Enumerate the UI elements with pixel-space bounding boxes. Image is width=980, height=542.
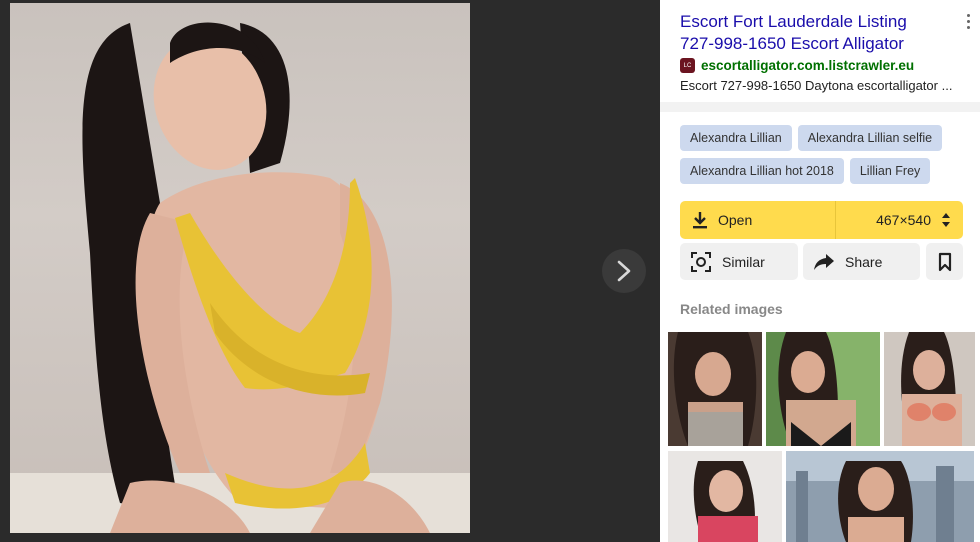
bookmark-icon	[938, 252, 952, 272]
related-image-thumb[interactable]	[668, 451, 782, 542]
related-image-thumb[interactable]	[766, 332, 880, 446]
tag-chip[interactable]: Alexandra Lillian hot 2018	[680, 158, 844, 184]
image-size-label: 467×540	[876, 212, 931, 228]
favicon-text: LC	[683, 62, 692, 69]
open-button[interactable]: Open 467×540	[680, 201, 963, 239]
related-image-thumb[interactable]	[668, 332, 762, 446]
size-selector[interactable]: 467×540	[836, 212, 963, 228]
tag-chip[interactable]: Lillian Frey	[849, 158, 931, 184]
site-favicon-icon: LC	[680, 58, 695, 73]
next-image-button[interactable]	[602, 249, 646, 293]
sort-arrows-icon	[941, 212, 951, 228]
details-panel: Escort Fort Lauderdale Listing 727-998-1…	[660, 0, 980, 542]
share-button[interactable]: Share	[803, 243, 920, 280]
source-site-link[interactable]: escortalligator.com.listcrawler.eu	[701, 58, 914, 73]
result-snippet: Escort 727-998-1650 Daytona escortalliga…	[680, 78, 953, 93]
download-icon	[692, 211, 708, 229]
related-images-heading: Related images	[680, 301, 783, 317]
open-action[interactable]: Open	[680, 201, 836, 239]
more-options-icon[interactable]	[962, 14, 974, 29]
share-label: Share	[845, 253, 883, 270]
tag-chip[interactable]: Alexandra Lillian	[680, 125, 792, 151]
result-title-link[interactable]: Escort Fort Lauderdale Listing 727-998-1…	[680, 11, 940, 55]
similar-button[interactable]: Similar	[680, 243, 798, 280]
tag-chip[interactable]: Alexandra Lillian selfie	[797, 125, 943, 151]
similar-label: Similar	[722, 253, 765, 270]
source-row: LC escortalligator.com.listcrawler.eu	[680, 58, 914, 73]
open-label: Open	[718, 212, 753, 228]
bookmark-button[interactable]	[926, 243, 963, 280]
related-image-thumb[interactable]	[884, 332, 975, 446]
related-image-thumb[interactable]	[786, 451, 974, 542]
tag-list: Alexandra Lillian Alexandra Lillian self…	[680, 125, 970, 184]
similar-search-icon	[690, 251, 712, 273]
share-arrow-icon	[813, 253, 835, 271]
image-viewer	[0, 0, 660, 542]
section-divider	[660, 102, 980, 112]
chevron-right-icon	[617, 260, 631, 282]
main-image[interactable]	[10, 3, 470, 533]
